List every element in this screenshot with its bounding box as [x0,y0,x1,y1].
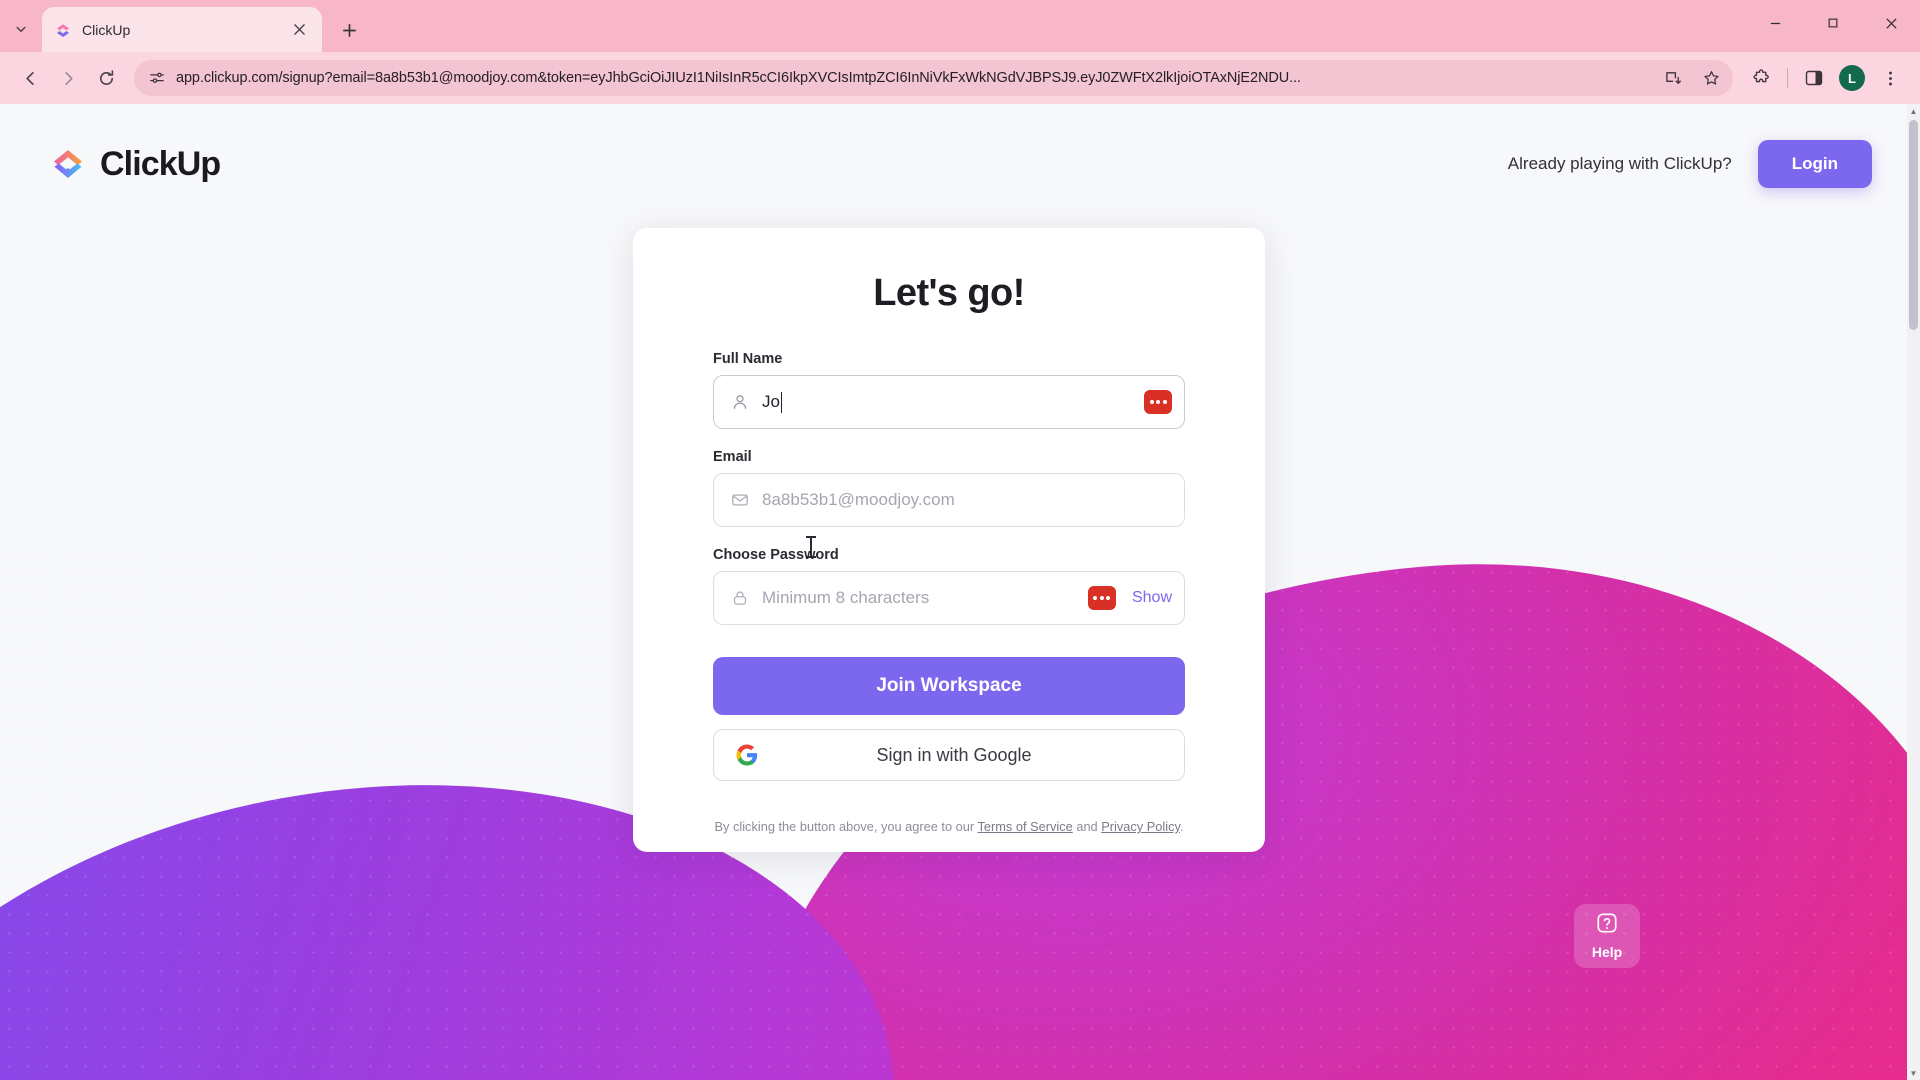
side-panel-icon[interactable] [1796,60,1832,96]
email-input[interactable]: 8a8b53b1@moodjoy.com [762,490,1172,510]
page-scrollbar[interactable]: ▲ ▼ [1907,104,1920,1080]
scrollbar-thumb[interactable] [1909,120,1918,330]
legal-disclaimer: By clicking the button above, you agree … [713,781,1185,852]
toolbar-divider [1787,68,1788,88]
reload-button[interactable] [88,60,124,96]
question-mark-icon [1596,912,1618,939]
site-header: ClickUp Already playing with ClickUp? Lo… [0,104,1920,224]
window-controls [1746,0,1920,46]
show-password-link[interactable]: Show [1132,589,1172,607]
field-email: Email 8a8b53b1@moodjoy.com [713,449,1185,527]
lock-icon [730,588,750,608]
envelope-icon [730,490,750,510]
login-button[interactable]: Login [1757,140,1872,188]
clickup-logo[interactable]: ClickUp [48,144,221,184]
signup-card: Let's go! Full Name Jo Email 8a8b53b1@mo… [633,228,1265,852]
legal-prefix: By clicking the button above, you agree … [714,819,978,834]
browser-toolbar: app.clickup.com/signup?email=8a8b53b1@mo… [0,52,1920,104]
sign-in-with-google-button[interactable]: Sign in with Google [713,729,1185,781]
full-name-input-wrap[interactable]: Jo [713,375,1185,429]
scroll-up-arrow-icon[interactable]: ▲ [1907,104,1920,118]
password-input[interactable]: Minimum 8 characters [762,588,1076,608]
clickup-favicon-icon [54,21,72,39]
field-password: Choose Password Minimum 8 characters Sho… [713,547,1185,625]
window-close-button[interactable] [1862,0,1920,46]
tab-search-chevron-down-icon[interactable] [4,6,38,52]
email-label: Email [713,449,752,465]
already-playing-note: Already playing with ClickUp? [1507,154,1732,173]
maximize-button[interactable] [1804,0,1862,46]
more-vert-menu-icon[interactable] [1872,60,1908,96]
page-title: Let's go! [873,272,1025,314]
help-label: Help [1591,944,1623,960]
lastpass-icon[interactable] [1087,586,1116,610]
address-bar[interactable]: app.clickup.com/signup?email=8a8b53b1@mo… [134,60,1733,96]
site-settings-tune-icon[interactable] [148,69,166,87]
clickup-logo-icon [48,144,88,184]
install-app-icon[interactable] [1659,64,1687,92]
tab-title: ClickUp [82,21,131,38]
help-widget[interactable]: Help [1574,904,1640,968]
field-full-name: Full Name Jo [713,351,1185,429]
text-caret [780,391,783,413]
legal-middle: and [1072,819,1102,834]
page-viewport: ClickUp Already playing with ClickUp? Lo… [0,104,1920,1080]
browser-tab[interactable]: ClickUp [42,7,322,52]
bookmark-star-icon[interactable] [1697,64,1725,92]
minimize-button[interactable] [1746,0,1804,46]
extensions-puzzle-piece-icon[interactable] [1743,60,1779,96]
tab-close-icon[interactable] [288,19,310,41]
google-button-label: Sign in with Google [876,744,1032,765]
full-name-input[interactable]: Jo [762,391,1132,413]
avatar-initial: L [1839,65,1865,91]
password-input-wrap[interactable]: Minimum 8 characters Show [713,571,1185,625]
logo-text: ClickUp [100,144,221,183]
browser-window: ClickUp app.clickup.com/signup?email=8a8… [0,0,1920,1080]
profile-avatar[interactable]: L [1834,60,1870,96]
terms-of-service-link[interactable]: Terms of Service [977,819,1072,834]
new-tab-button[interactable] [332,13,366,47]
lastpass-icon[interactable] [1144,390,1172,414]
privacy-policy-link[interactable]: Privacy Policy [1101,819,1180,834]
legal-suffix: . [1179,819,1184,834]
header-actions: Already playing with ClickUp? Login [1508,140,1872,188]
person-icon [730,392,750,412]
forward-button[interactable] [50,60,86,96]
back-button[interactable] [12,60,48,96]
email-input-wrap[interactable]: 8a8b53b1@moodjoy.com [713,473,1185,527]
scroll-down-arrow-icon[interactable]: ▼ [1907,1066,1920,1080]
full-name-label: Full Name [713,351,783,367]
join-workspace-button[interactable]: Join Workspace [713,657,1185,715]
tab-strip: ClickUp [0,0,1920,52]
url-text: app.clickup.com/signup?email=8a8b53b1@mo… [176,70,1301,86]
full-name-value: Jo [762,392,780,411]
mouse-text-cursor [806,536,816,558]
password-label: Choose Password [713,547,839,563]
